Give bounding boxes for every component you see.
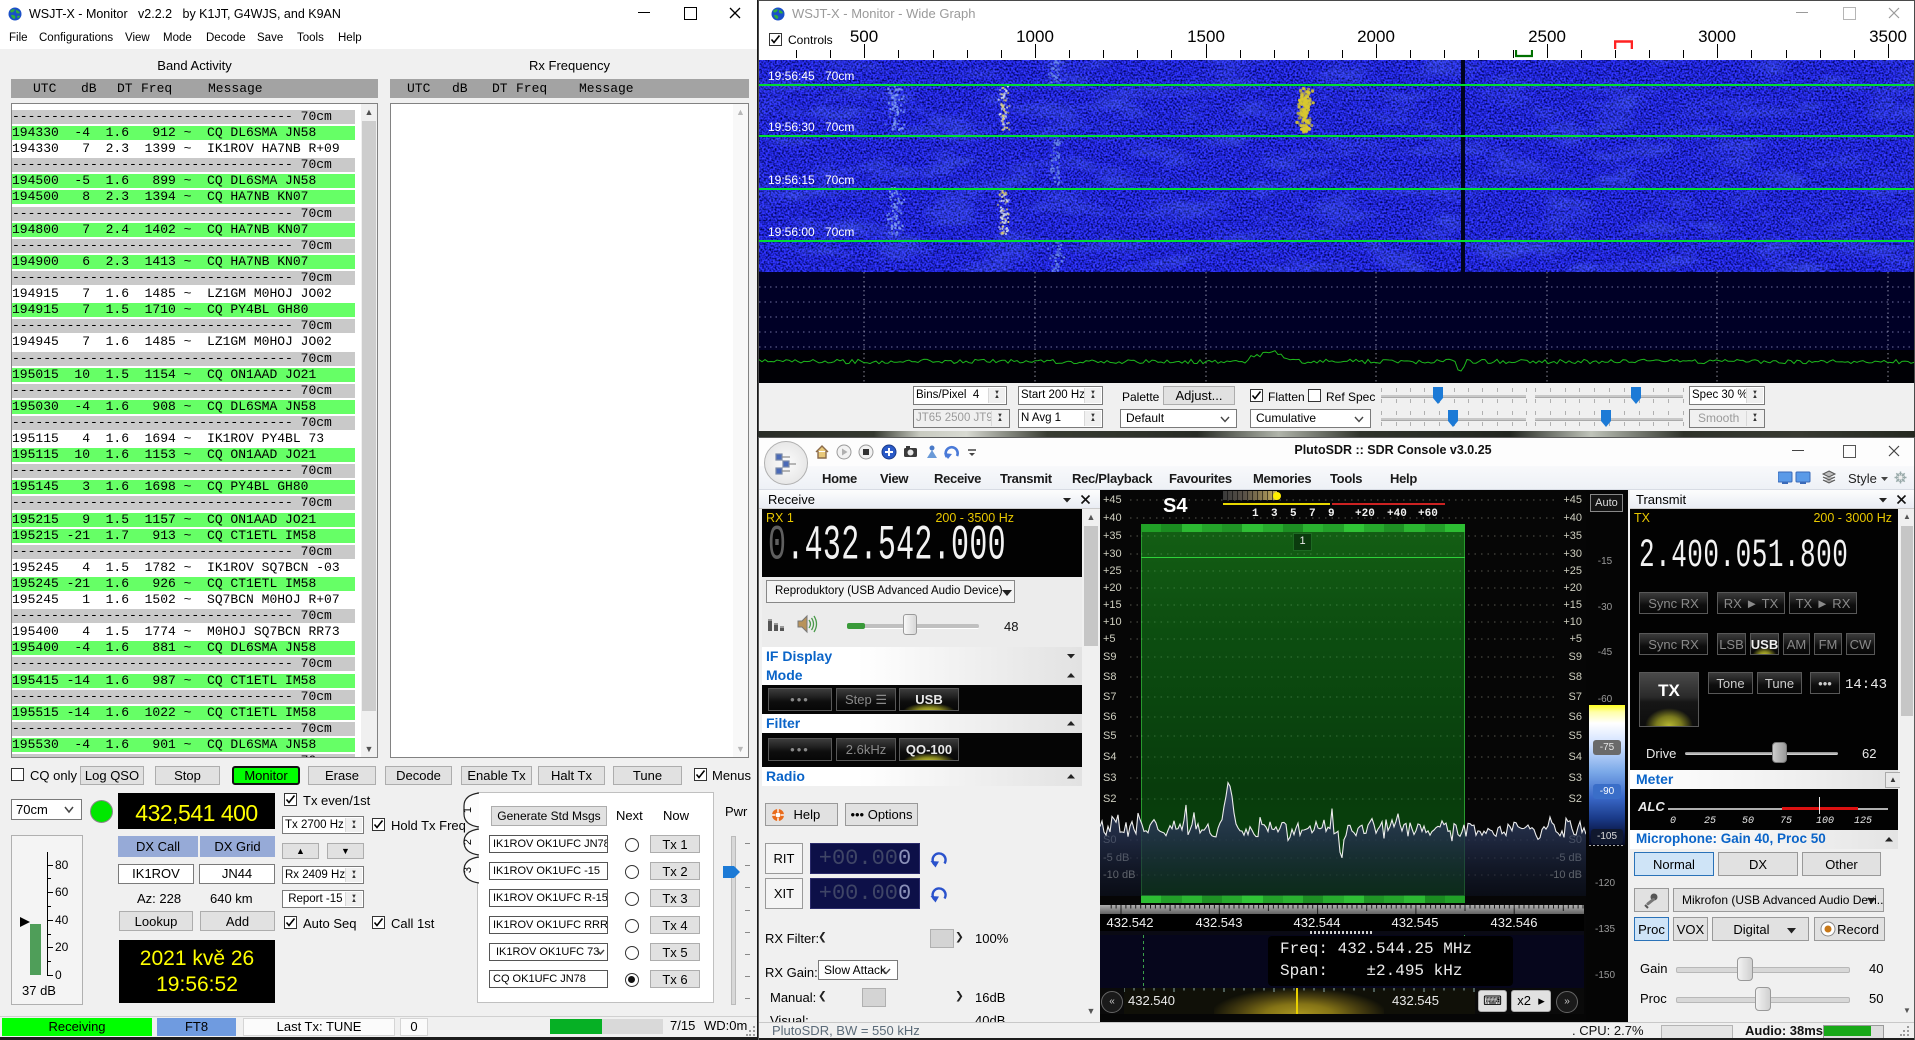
svg-text:3: 3	[462, 867, 474, 873]
svg-text:1: 1	[462, 807, 474, 813]
svg-text:2: 2	[462, 839, 474, 845]
